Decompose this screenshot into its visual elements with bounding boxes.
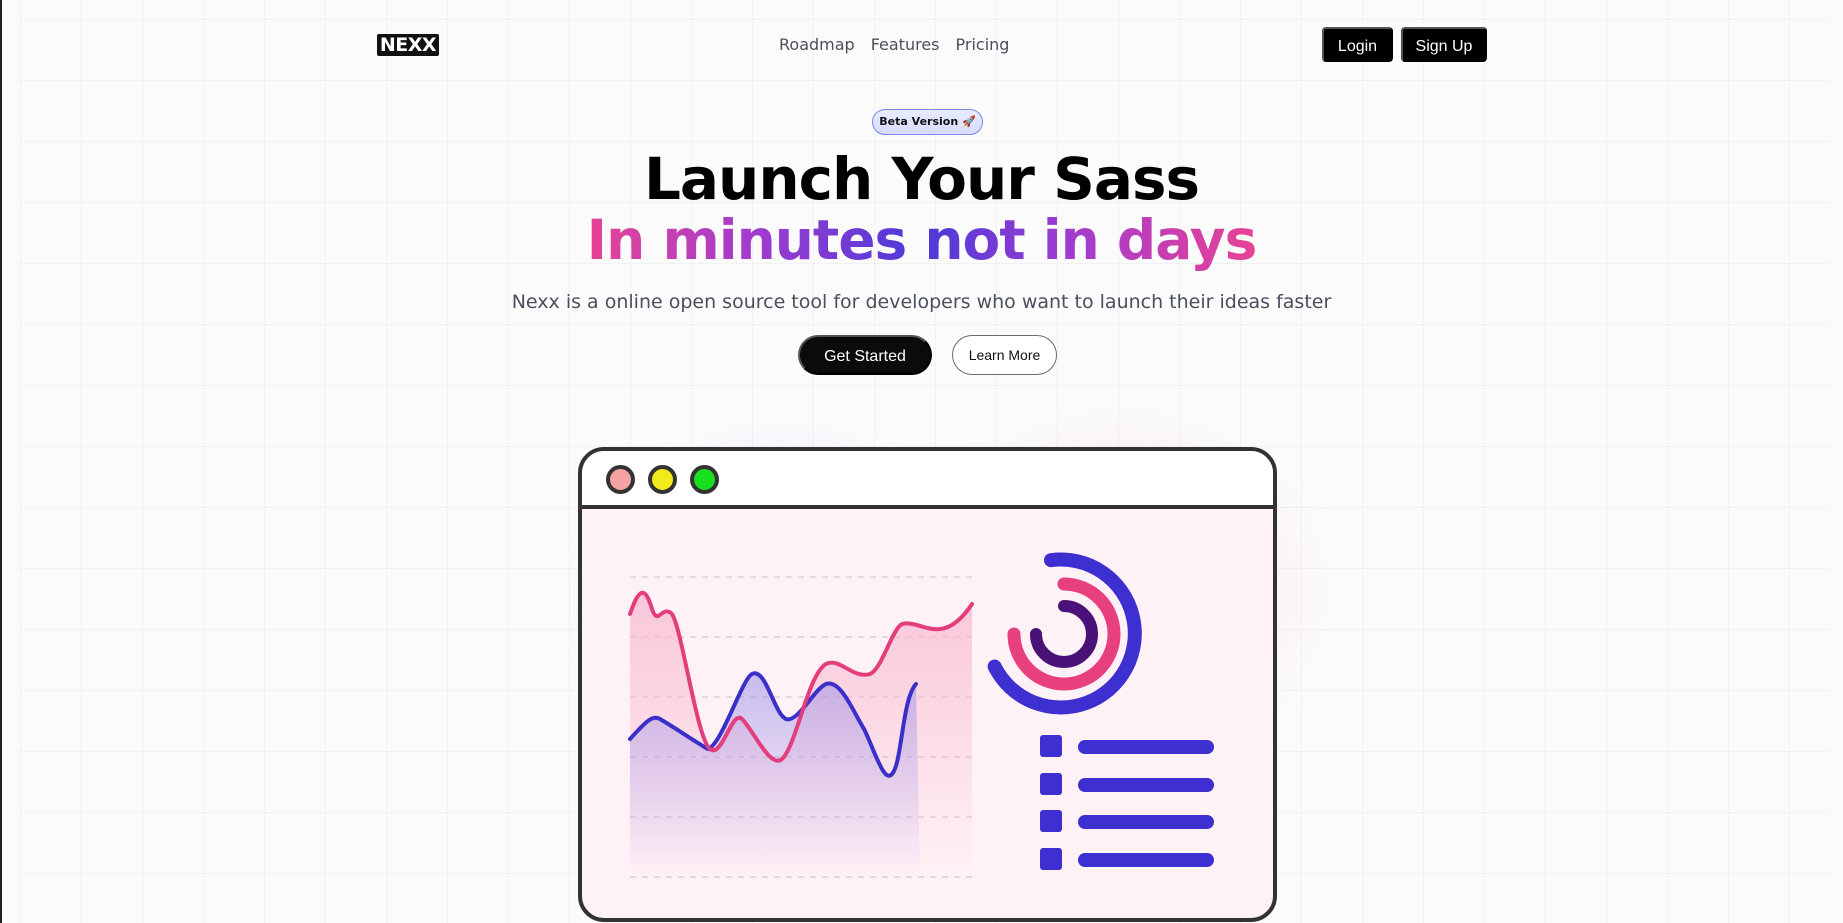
window-dot-green-icon (690, 465, 719, 494)
nav-link-roadmap[interactable]: Roadmap (779, 34, 855, 56)
browser-mockup-illustration (578, 447, 1277, 922)
nav-link-pricing[interactable]: Pricing (956, 34, 1010, 56)
inner-ring-purple (1030, 600, 1098, 668)
legend-marker (1040, 810, 1062, 832)
legend-bar (1078, 778, 1214, 792)
login-button[interactable]: Login (1322, 27, 1393, 62)
window-dot-yellow-icon (648, 465, 677, 494)
legend-marker (1040, 848, 1062, 870)
nav-link-features[interactable]: Features (871, 34, 940, 56)
nav-links: Roadmap Features Pricing (779, 34, 1009, 56)
radial-progress-chart (987, 552, 1142, 715)
outer-ring-indigo (987, 552, 1142, 715)
legend-marker (1040, 735, 1062, 757)
dashboard-illustration (628, 552, 1214, 878)
beta-version-badge: Beta Version 🚀 (872, 109, 983, 135)
hero-title: Launch Your Sass (643, 145, 1200, 213)
top-navbar: NEXX Roadmap Features Pricing Login Sign… (0, 0, 1843, 90)
legend-bar (1078, 853, 1214, 867)
legend-bar (1078, 740, 1214, 754)
browser-title-bar (582, 451, 1273, 509)
get-started-button[interactable]: Get Started (798, 335, 932, 375)
hero-description: Nexx is a online open source tool for de… (511, 291, 1332, 313)
window-dot-red-icon (606, 465, 635, 494)
legend-marker (1040, 773, 1062, 795)
nexx-logo[interactable]: NEXX (377, 34, 439, 56)
legend-bar (1078, 815, 1214, 829)
legend-list (1040, 735, 1214, 870)
window-left-border (0, 0, 2, 923)
hero-subtitle: In minutes not in days (0, 206, 1843, 274)
middle-ring-pink (1007, 577, 1121, 691)
gradient-tagline: In minutes not in days (586, 208, 1258, 272)
signup-button[interactable]: Sign Up (1401, 27, 1487, 62)
learn-more-button[interactable]: Learn More (952, 335, 1057, 375)
